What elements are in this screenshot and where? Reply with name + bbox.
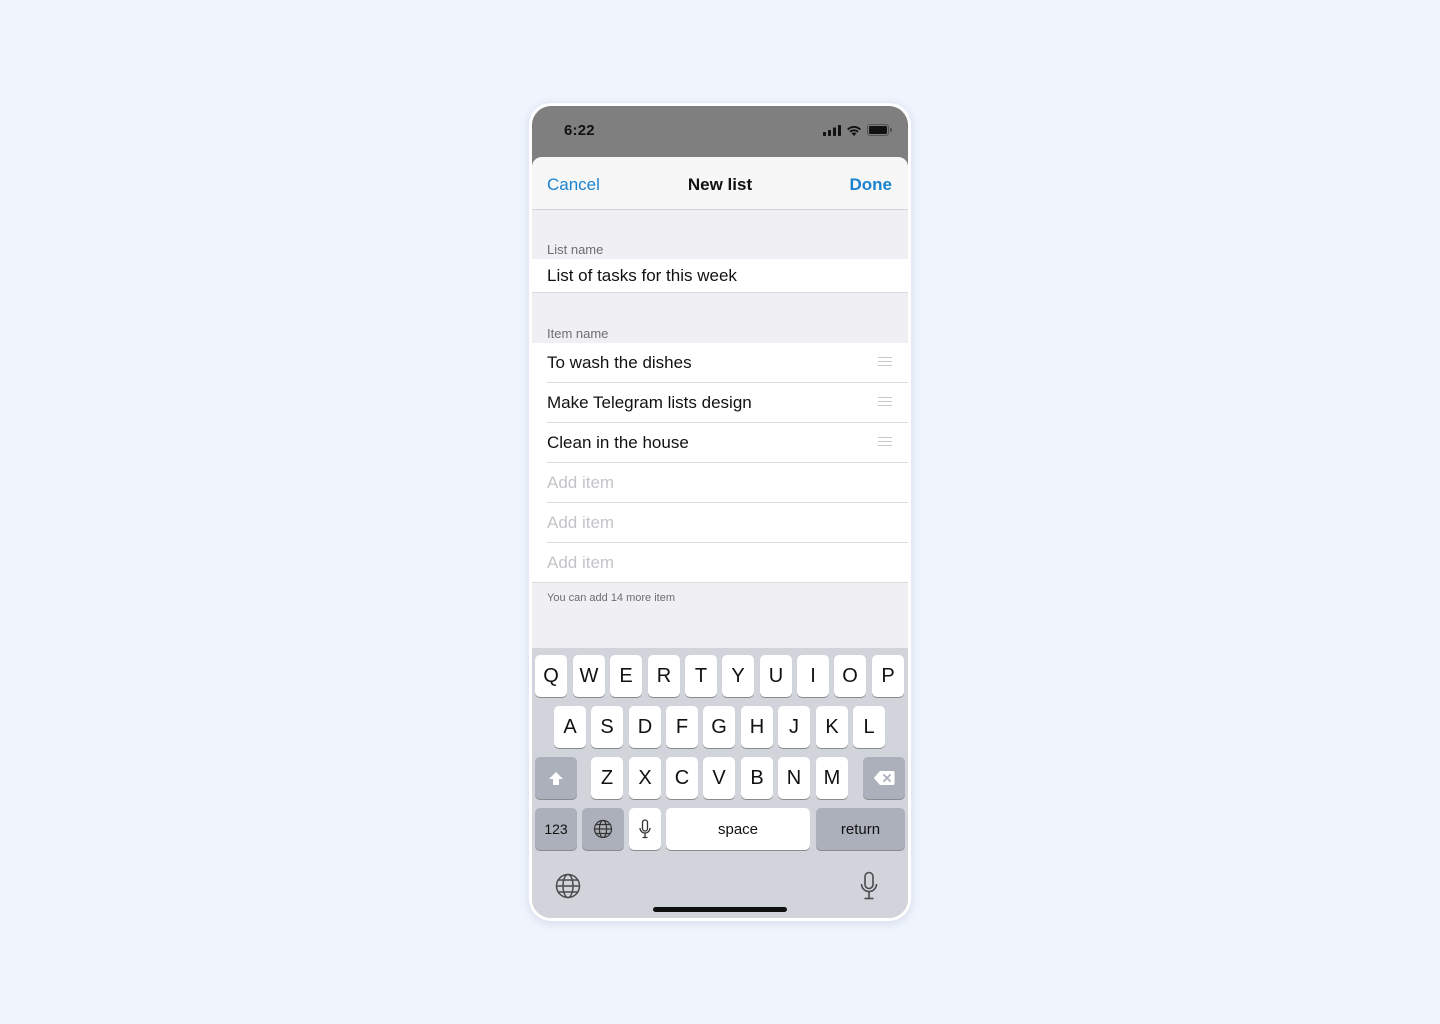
dictation-key[interactable] [629,808,661,850]
shift-arrow-icon [549,771,563,785]
status-time: 6:22 [564,122,595,139]
navbar: Cancel New list Done [532,157,908,210]
add-item-placeholder: Add item [547,553,615,572]
wifi-icon [847,125,861,136]
list-item[interactable]: To wash the dishes [532,343,908,383]
item-text: To wash the dishes [547,353,692,372]
key-r[interactable]: R [648,655,680,697]
key-f[interactable]: F [666,706,698,748]
done-button[interactable]: Done [850,175,893,195]
key-j[interactable]: J [778,706,810,748]
list-name-field[interactable]: List of tasks for this week [532,259,908,293]
key-t[interactable]: T [685,655,717,697]
status-icons [823,124,892,136]
key-c[interactable]: C [666,757,698,799]
status-bar: 6:22 [532,106,908,156]
screen: 6:22 Cancel New list Done List name List… [532,106,908,918]
add-item-field[interactable]: Add item [532,543,908,583]
key-h[interactable]: H [741,706,773,748]
globe-icon[interactable] [555,873,581,899]
shift-key[interactable] [535,757,577,799]
key-l[interactable]: L [853,706,885,748]
add-item-field[interactable]: Add item [532,503,908,543]
phone-frame: 6:22 Cancel New list Done List name List… [529,103,911,921]
item-text: Clean in the house [547,433,689,452]
return-key[interactable]: return [816,808,905,850]
reorder-handle-icon[interactable] [878,437,892,447]
backspace-key[interactable] [863,757,905,799]
list-name-value: List of tasks for this week [547,266,737,285]
key-q[interactable]: Q [535,655,567,697]
key-i[interactable]: I [797,655,829,697]
items-remaining-hint: You can add 14 more item [547,592,676,604]
space-key[interactable]: space [666,808,810,850]
add-item-placeholder: Add item [547,513,615,532]
reorder-handle-icon[interactable] [878,357,892,367]
key-a[interactable]: A [554,706,586,748]
new-list-sheet: Cancel New list Done List name List of t… [532,157,908,918]
globe-key[interactable] [582,808,624,850]
divider [532,582,908,583]
numbers-key[interactable]: 123 [535,808,577,850]
key-o[interactable]: O [834,655,866,697]
key-x[interactable]: X [629,757,661,799]
microphone-icon [639,819,651,839]
divider [532,292,908,293]
key-m[interactable]: M [816,757,848,799]
home-indicator [653,907,787,912]
keyboard: Q W E R T Y U I O P A S D F G H J K L Z … [532,648,908,918]
list-item[interactable]: Make Telegram lists design [532,383,908,423]
key-w[interactable]: W [573,655,605,697]
key-n[interactable]: N [778,757,810,799]
key-y[interactable]: Y [722,655,754,697]
reorder-handle-icon[interactable] [878,397,892,407]
key-k[interactable]: K [816,706,848,748]
add-item-placeholder: Add item [547,473,615,492]
key-s[interactable]: S [591,706,623,748]
cellular-signal-icon [823,124,841,136]
add-item-field[interactable]: Add item [532,463,908,503]
microphone-icon[interactable] [860,871,878,901]
key-b[interactable]: B [741,757,773,799]
key-e[interactable]: E [610,655,642,697]
key-v[interactable]: V [703,757,735,799]
list-item[interactable]: Clean in the house [532,423,908,463]
key-d[interactable]: D [629,706,661,748]
item-text: Make Telegram lists design [547,393,752,412]
item-name-label: Item name [547,326,609,341]
key-u[interactable]: U [760,655,792,697]
backspace-icon [873,771,895,785]
key-g[interactable]: G [703,706,735,748]
battery-icon [867,124,892,136]
globe-icon [593,819,613,839]
key-p[interactable]: P [872,655,904,697]
list-name-label: List name [547,242,604,257]
key-z[interactable]: Z [591,757,623,799]
